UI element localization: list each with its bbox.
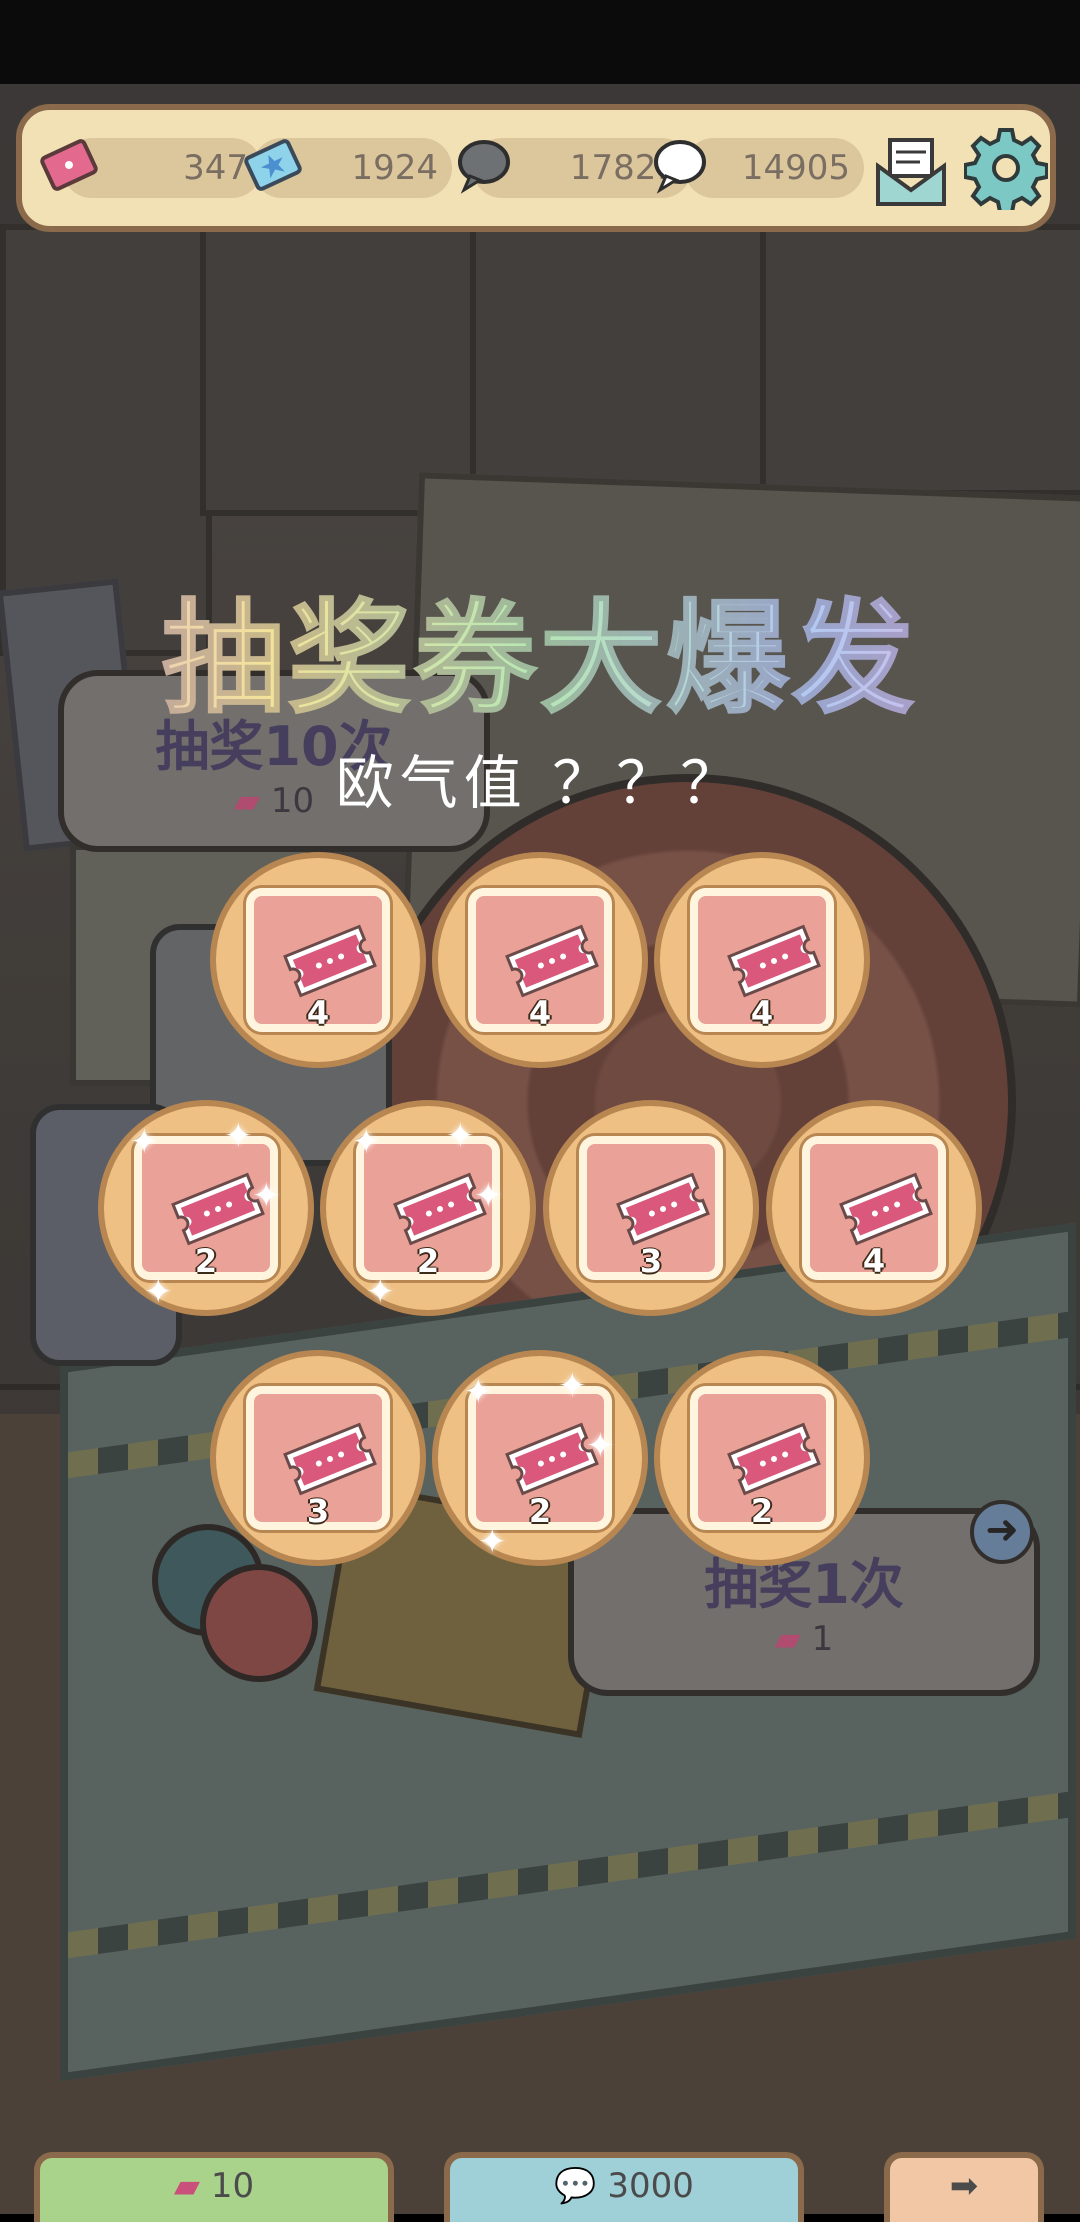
sparkle-icon: ✦: [130, 1122, 159, 1162]
dark-bubble-icon: [458, 140, 510, 194]
luck-value-text: 欧气值 ？？？: [335, 749, 745, 817]
resource-white-bubble-value: 14905: [741, 148, 850, 188]
prize-count: 3: [306, 1492, 330, 1530]
ticket-icon: [283, 1422, 377, 1496]
prize-card: 3: [246, 1386, 390, 1530]
exit-icon: ➡: [949, 2166, 979, 2206]
prize-item: 2 ✦ ✦ ✦ ✦: [320, 1100, 536, 1316]
white-bubble-icon: [654, 140, 706, 194]
ticket-icon: [616, 1172, 710, 1246]
gear-icon[interactable]: [964, 126, 1048, 210]
prize-card: 4: [802, 1136, 946, 1280]
resource-ticket-value: 347: [183, 148, 248, 188]
dim-overlay: [0, 0, 1080, 2214]
prize-card: 4: [690, 888, 834, 1032]
prize-item: 4: [432, 852, 648, 1068]
sparkle-icon: ✦: [252, 1176, 281, 1216]
sparkle-icon: ✦: [352, 1122, 381, 1162]
resource-star-ticket-value: 1924: [351, 148, 438, 188]
prize-card: 4: [468, 888, 612, 1032]
bottom-tab-exit[interactable]: ➡: [884, 2152, 1044, 2222]
sparkle-icon: ✦: [224, 1116, 253, 1156]
event-title: 抽奖券大爆发: [0, 560, 1080, 737]
sparkle-icon: ✦: [474, 1176, 503, 1216]
ticket-icon: [839, 1172, 933, 1246]
ticket-icon: [283, 924, 377, 998]
ticket-icon: [40, 139, 98, 191]
prize-count: 4: [862, 1242, 886, 1280]
prize-item: 3: [543, 1100, 759, 1316]
bottom-tab-bubble[interactable]: 💬 3000: [444, 2152, 804, 2222]
star-ticket-icon: [244, 139, 302, 191]
ticket-icon: ▰: [173, 2166, 201, 2206]
prize-item: 4: [654, 852, 870, 1068]
bottom-tab-ticket[interactable]: ▰ 10: [34, 2152, 394, 2222]
prize-item: 2 ✦ ✦ ✦ ✦: [432, 1350, 648, 1566]
prize-count: 4: [528, 994, 552, 1032]
prize-count: 4: [750, 994, 774, 1032]
bottom-tab-ticket-value: 10: [210, 2166, 255, 2206]
prize-card: 2: [690, 1386, 834, 1530]
sparkle-icon: ✦: [558, 1366, 587, 1406]
prize-item: 2: [654, 1350, 870, 1566]
prize-count: 3: [639, 1242, 663, 1280]
ticket-icon: [727, 924, 821, 998]
sparkle-icon: ✦: [464, 1372, 493, 1412]
sparkle-icon: ✦: [586, 1426, 615, 1466]
sparkle-icon: ✦: [446, 1116, 475, 1156]
prize-count: 2: [750, 1492, 774, 1530]
prize-card: 3: [579, 1136, 723, 1280]
prize-item: 3: [210, 1350, 426, 1566]
prize-item: 4: [766, 1100, 982, 1316]
ticket-icon: [505, 924, 599, 998]
prize-card: 4: [246, 888, 390, 1032]
sparkle-icon: ✦: [478, 1522, 507, 1562]
prize-item: 4: [210, 852, 426, 1068]
bubble-icon: 💬: [554, 2166, 597, 2206]
prize-item: 2 ✦ ✦ ✦ ✦: [98, 1100, 314, 1316]
resource-bar: 347 1924 17821 14905: [16, 104, 1056, 232]
prize-count: 4: [306, 994, 330, 1032]
sparkle-icon: ✦: [366, 1272, 395, 1312]
mail-icon[interactable]: [872, 132, 950, 210]
sparkle-icon: ✦: [144, 1272, 173, 1312]
ticket-icon: [727, 1422, 821, 1496]
bottom-tab-bubble-value: 3000: [607, 2166, 694, 2206]
